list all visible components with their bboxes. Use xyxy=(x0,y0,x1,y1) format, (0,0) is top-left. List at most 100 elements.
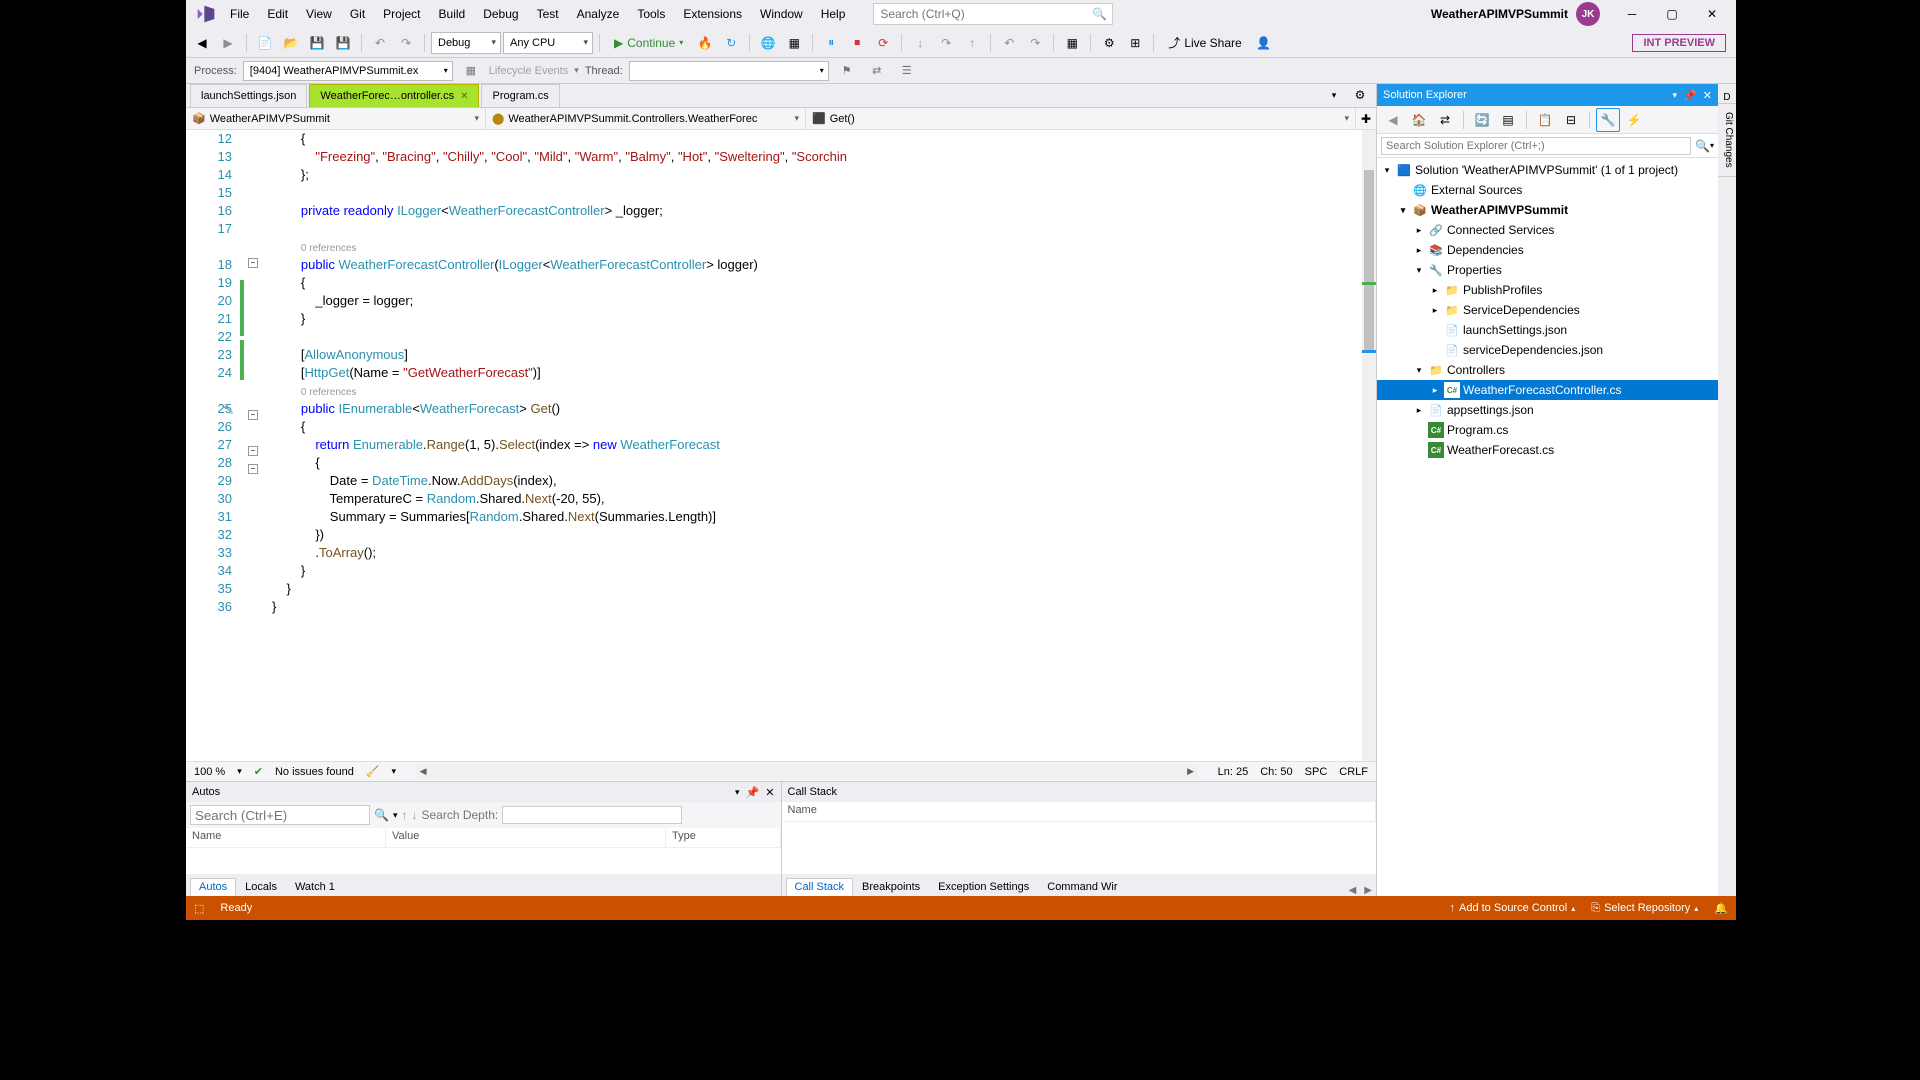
side-tab-git-changes[interactable]: Git Changes xyxy=(1718,104,1736,177)
process-dropdown[interactable]: [9404] WeatherAPIMVPSummit.ex xyxy=(243,61,453,81)
indent-mode[interactable]: SPC xyxy=(1305,766,1328,778)
menu-extensions[interactable]: Extensions xyxy=(675,3,750,25)
step-fwd-icon[interactable]: ↷ xyxy=(1023,31,1047,55)
tree-expand-icon[interactable]: ▸ xyxy=(1413,245,1425,256)
save-icon[interactable]: 💾 xyxy=(305,31,329,55)
menu-git[interactable]: Git xyxy=(342,3,373,25)
restart-debug-icon[interactable]: ⟳ xyxy=(871,31,895,55)
tree-node[interactable]: C#WeatherForecast.cs xyxy=(1377,440,1718,460)
filter-icon[interactable]: ▤ xyxy=(1496,108,1520,132)
tab-dropdown-icon[interactable]: ▾ xyxy=(1322,84,1346,107)
undo-icon[interactable]: ↶ xyxy=(368,31,392,55)
tree-expand-icon[interactable]: ▾ xyxy=(1413,265,1425,276)
quick-search-input[interactable] xyxy=(880,7,1092,21)
collapse-icon[interactable]: − xyxy=(248,410,258,420)
step-out-icon[interactable]: ↑ xyxy=(960,31,984,55)
stack-frame-icon[interactable]: ☰ xyxy=(895,59,919,83)
back-icon[interactable]: ◀ xyxy=(1381,108,1405,132)
document-tab[interactable]: launchSettings.json xyxy=(190,84,307,107)
pause-icon[interactable]: ⏸ xyxy=(819,31,843,55)
nav-scope-dropdown[interactable]: 📦 WeatherAPIMVPSummit xyxy=(186,108,486,129)
tools2-icon[interactable]: ⊞ xyxy=(1123,31,1147,55)
menu-view[interactable]: View xyxy=(298,3,340,25)
panel-tab[interactable]: Autos xyxy=(190,878,236,896)
browser-link-icon[interactable]: 🌐 xyxy=(756,31,780,55)
panel-tab[interactable]: Locals xyxy=(236,878,286,896)
tree-node[interactable]: ▸📄appsettings.json xyxy=(1377,400,1718,420)
document-tab[interactable]: Program.cs xyxy=(481,84,559,107)
horizontal-scrollbar[interactable]: ◀ ▶ xyxy=(416,765,1198,779)
panel-close-icon[interactable]: ✕ xyxy=(765,786,774,799)
col-name[interactable]: Name xyxy=(186,828,386,847)
search-icon[interactable]: 🔍 xyxy=(374,808,389,822)
select-repository-button[interactable]: ⎘ Select Repository ▴ xyxy=(1591,902,1698,915)
maximize-button[interactable]: ▢ xyxy=(1652,0,1692,28)
step-into-icon[interactable]: ↓ xyxy=(908,31,932,55)
flag-icon[interactable]: ⚑ xyxy=(835,59,859,83)
user-avatar[interactable]: JK xyxy=(1576,2,1600,26)
line-ending[interactable]: CRLF xyxy=(1339,766,1368,778)
back-icon[interactable]: ◀ xyxy=(190,31,214,55)
tree-node[interactable]: ▸📚Dependencies xyxy=(1377,240,1718,260)
panel-dropdown-icon[interactable]: ▾ xyxy=(1673,90,1678,101)
panel-tab[interactable]: Watch 1 xyxy=(286,878,344,896)
stop-icon[interactable]: ⏹ xyxy=(845,31,869,55)
col-type[interactable]: Type xyxy=(666,828,781,847)
collapse-icon[interactable]: − xyxy=(248,446,258,456)
feedback-icon[interactable]: 👤 xyxy=(1252,31,1276,55)
panel-tab[interactable]: Exception Settings xyxy=(929,878,1038,896)
thread-dropdown[interactable] xyxy=(629,61,829,81)
sync-icon[interactable]: 🔄 xyxy=(1470,108,1494,132)
open-icon[interactable]: 📂 xyxy=(279,31,303,55)
continue-button[interactable]: ▶ Continue ▾ xyxy=(606,31,691,55)
zoom-level[interactable]: 100 % xyxy=(194,766,225,778)
menu-build[interactable]: Build xyxy=(431,3,474,25)
menu-tools[interactable]: Tools xyxy=(629,3,673,25)
tree-expand-icon[interactable]: ▸ xyxy=(1413,225,1425,236)
new-project-icon[interactable]: 📄 xyxy=(253,31,277,55)
autos-search-input[interactable] xyxy=(190,805,370,825)
restart-icon[interactable]: ↻ xyxy=(719,31,743,55)
menu-help[interactable]: Help xyxy=(813,3,854,25)
tree-node[interactable]: 📄serviceDependencies.json xyxy=(1377,340,1718,360)
tools-icon[interactable]: ⚙ xyxy=(1097,31,1121,55)
code-content[interactable]: { "Freezing", "Bracing", "Chilly", "Cool… xyxy=(264,130,1362,761)
tree-node[interactable]: 📄launchSettings.json xyxy=(1377,320,1718,340)
col-value[interactable]: Value xyxy=(386,828,666,847)
minimize-button[interactable]: ─ xyxy=(1612,0,1652,28)
solution-tree[interactable]: ▾ 🟦 Solution 'WeatherAPIMVPSummit' (1 of… xyxy=(1377,158,1718,896)
tab-gear-icon[interactable]: ⚙ xyxy=(1348,84,1372,107)
tree-node[interactable]: ▸🔗Connected Services xyxy=(1377,220,1718,240)
save-all-icon[interactable]: 💾 xyxy=(331,31,355,55)
hot-reload-icon[interactable]: 🔥 xyxy=(693,31,717,55)
config-dropdown[interactable]: Debug xyxy=(431,32,501,54)
app-icon[interactable]: ▦ xyxy=(782,31,806,55)
menu-project[interactable]: Project xyxy=(375,3,428,25)
pin-icon[interactable]: 📌 xyxy=(1683,89,1697,102)
menu-file[interactable]: File xyxy=(222,3,257,25)
menu-debug[interactable]: Debug xyxy=(475,3,526,25)
scroll-right-icon[interactable]: ▶ xyxy=(1364,885,1372,896)
down-icon[interactable]: ↓ xyxy=(411,808,417,822)
preview-icon[interactable]: ⚡ xyxy=(1622,108,1646,132)
close-button[interactable]: ✕ xyxy=(1692,0,1732,28)
scroll-left-icon[interactable]: ◀ xyxy=(1349,885,1357,896)
live-share-button[interactable]: ⤴ Live Share xyxy=(1160,31,1249,55)
collapse-icon[interactable]: − xyxy=(248,464,258,474)
int-preview-badge[interactable]: INT PREVIEW xyxy=(1632,34,1726,52)
depth-input[interactable] xyxy=(502,806,682,824)
properties-icon[interactable]: 🔧 xyxy=(1596,108,1620,132)
tree-node[interactable]: ▸C#WeatherForecastController.cs xyxy=(1377,380,1718,400)
tree-node[interactable]: ▾📁Controllers xyxy=(1377,360,1718,380)
diagnostic-icon[interactable]: ▦ xyxy=(1060,31,1084,55)
step-back-icon[interactable]: ↶ xyxy=(997,31,1021,55)
collapse-all-icon[interactable]: ⊟ xyxy=(1559,108,1583,132)
collapse-icon[interactable]: − xyxy=(248,258,258,268)
pin-icon[interactable]: 📌 xyxy=(746,786,760,799)
add-source-control-button[interactable]: ↑ Add to Source Control ▴ xyxy=(1450,902,1576,914)
menu-test[interactable]: Test xyxy=(529,3,567,25)
tree-root[interactable]: ▾ 🟦 Solution 'WeatherAPIMVPSummit' (1 of… xyxy=(1377,160,1718,180)
panel-tab[interactable]: Command Wir xyxy=(1038,878,1126,896)
col-name[interactable]: Name xyxy=(782,802,1377,821)
panel-dropdown-icon[interactable]: ▾ xyxy=(735,787,740,798)
